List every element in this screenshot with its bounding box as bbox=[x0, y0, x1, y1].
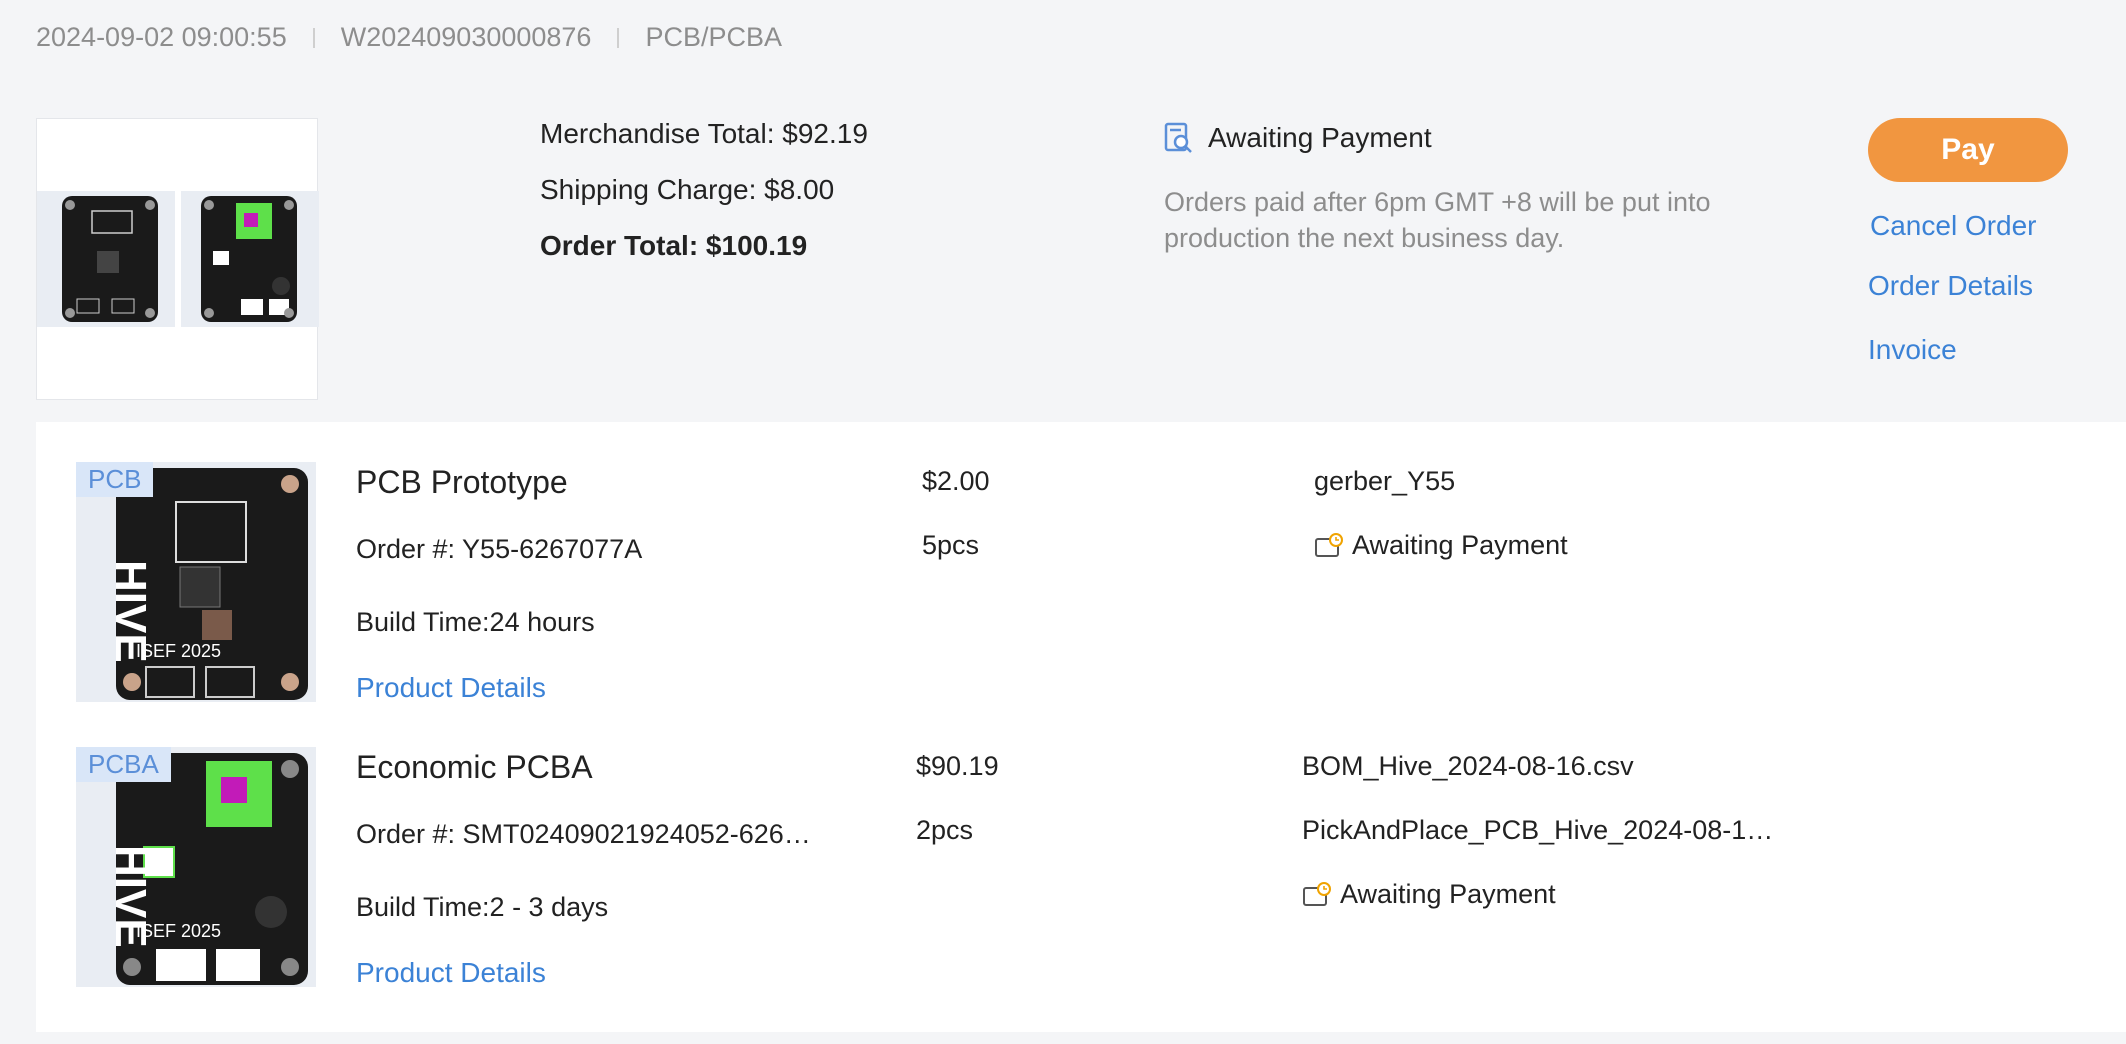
item-status: Awaiting Payment bbox=[1314, 530, 1568, 561]
wallet-clock-icon bbox=[1302, 881, 1332, 909]
bom-file-name[interactable]: BOM_Hive_2024-08-16.csv bbox=[1302, 751, 1634, 782]
order-items: PCB HIVE ISEF 2025 PCB Prototype Order #… bbox=[36, 422, 2126, 1032]
invoice-link[interactable]: Invoice bbox=[1868, 334, 1957, 366]
order-number: W202409030000876 bbox=[340, 22, 592, 52]
separator bbox=[312, 27, 315, 48]
item-price: $90.19 bbox=[916, 751, 999, 781]
pcba-product-image[interactable]: PCBA HIVE ISEF 2025 bbox=[76, 747, 316, 987]
pcb-product-image[interactable]: PCB HIVE ISEF 2025 bbox=[76, 462, 316, 702]
file-name[interactable]: gerber_Y55 bbox=[1314, 466, 1455, 497]
product-title: PCB Prototype bbox=[356, 464, 568, 500]
separator bbox=[617, 27, 620, 48]
merchandise-total: Merchandise Total: $92.19 bbox=[540, 118, 868, 149]
board-silkscreen: ISEF 2025 bbox=[136, 921, 221, 941]
product-title: Economic PCBA bbox=[356, 749, 593, 785]
pcba-thumbnail bbox=[181, 191, 319, 327]
build-time: Build Time:2 - 3 days bbox=[356, 892, 609, 922]
item-quantity: 2pcs bbox=[916, 815, 974, 845]
order-details-link[interactable]: Order Details bbox=[1868, 270, 2033, 302]
product-details-link[interactable]: Product Details bbox=[356, 672, 546, 704]
pay-button[interactable]: Pay bbox=[1868, 118, 2068, 182]
cancel-order-link[interactable]: Cancel Order bbox=[1870, 210, 2037, 242]
order-number-line: Order #: SMT02409021924052-626… bbox=[356, 819, 811, 849]
list-item-pcba: PCBA HIVE ISEF 2025 Economic PCBA Order … bbox=[36, 747, 2126, 989]
order-category: PCB/PCBA bbox=[645, 22, 782, 52]
order-status: Awaiting Payment bbox=[1164, 122, 1432, 154]
status-note: Orders paid after 6pm GMT +8 will be put… bbox=[1164, 187, 1711, 253]
order-number-line: Order #: Y55-6267077A bbox=[356, 534, 643, 564]
wallet-clock-icon bbox=[1314, 532, 1344, 560]
build-time: Build Time:24 hours bbox=[356, 607, 595, 637]
item-quantity: 5pcs bbox=[922, 530, 980, 560]
status-label: Awaiting Payment bbox=[1208, 122, 1432, 153]
pcb-thumbnail bbox=[37, 191, 175, 327]
product-details-link[interactable]: Product Details bbox=[356, 957, 546, 989]
order-total: Order Total: $100.19 bbox=[540, 230, 808, 261]
item-status: Awaiting Payment bbox=[1302, 879, 1556, 910]
product-tag: PCB bbox=[76, 462, 154, 497]
list-item-pcb: PCB HIVE ISEF 2025 PCB Prototype Order #… bbox=[36, 462, 2126, 704]
order-meta: 2024-09-02 09:00:55 W202409030000876 PCB… bbox=[36, 22, 782, 53]
order-thumbnails[interactable] bbox=[36, 118, 319, 400]
document-search-icon bbox=[1164, 122, 1194, 154]
pick-place-file-name[interactable]: PickAndPlace_PCB_Hive_2024-08-1… bbox=[1302, 815, 1773, 846]
order-datetime: 2024-09-02 09:00:55 bbox=[36, 22, 287, 52]
product-tag: PCBA bbox=[76, 747, 171, 782]
item-status-label: Awaiting Payment bbox=[1352, 530, 1568, 560]
order-totals: Merchandise Total: $92.19 Shipping Charg… bbox=[540, 118, 868, 286]
shipping-charge: Shipping Charge: $8.00 bbox=[540, 174, 835, 205]
item-status-label: Awaiting Payment bbox=[1340, 879, 1556, 909]
board-silkscreen: ISEF 2025 bbox=[136, 641, 221, 661]
item-price: $2.00 bbox=[922, 466, 990, 496]
